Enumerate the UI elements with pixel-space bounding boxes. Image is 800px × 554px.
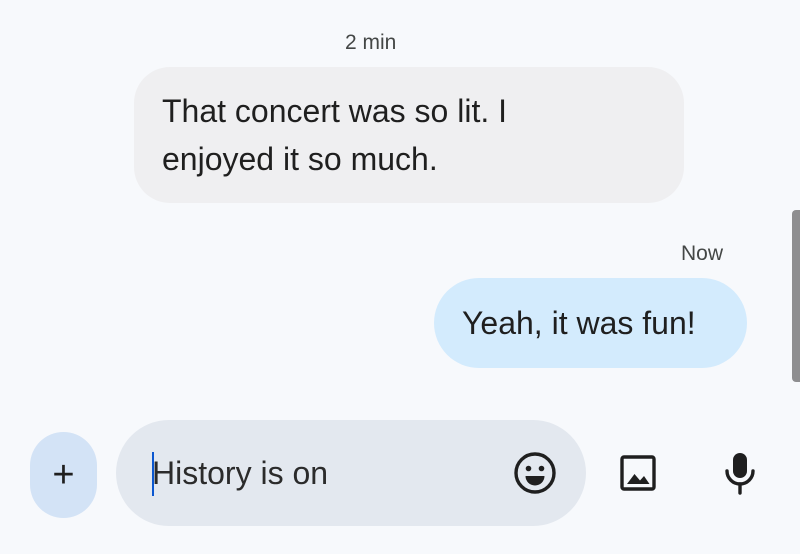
voice-input-button[interactable] [715,448,765,498]
add-attachment-button[interactable]: + [30,432,97,518]
outgoing-message-bubble[interactable]: Yeah, it was fun! [434,278,747,368]
message-input[interactable] [152,445,492,501]
microphone-icon [725,453,755,495]
message-timestamp: Now [680,242,723,265]
compose-field[interactable] [116,420,586,526]
image-icon [620,455,656,491]
text-caret [152,452,154,496]
incoming-message-bubble[interactable]: That concert was so lit. I enjoyed it so… [134,67,684,203]
emoji-icon[interactable] [512,450,558,496]
message-text-line: enjoyed it so much. [162,141,438,177]
message-text-line: That concert was so lit. I [162,93,508,129]
plus-icon: + [52,453,75,496]
message-timestamp: 2 min [345,31,397,54]
attach-image-button[interactable] [613,448,663,498]
message-text: Yeah, it was fun! [462,305,696,341]
scrollbar[interactable] [792,210,800,382]
